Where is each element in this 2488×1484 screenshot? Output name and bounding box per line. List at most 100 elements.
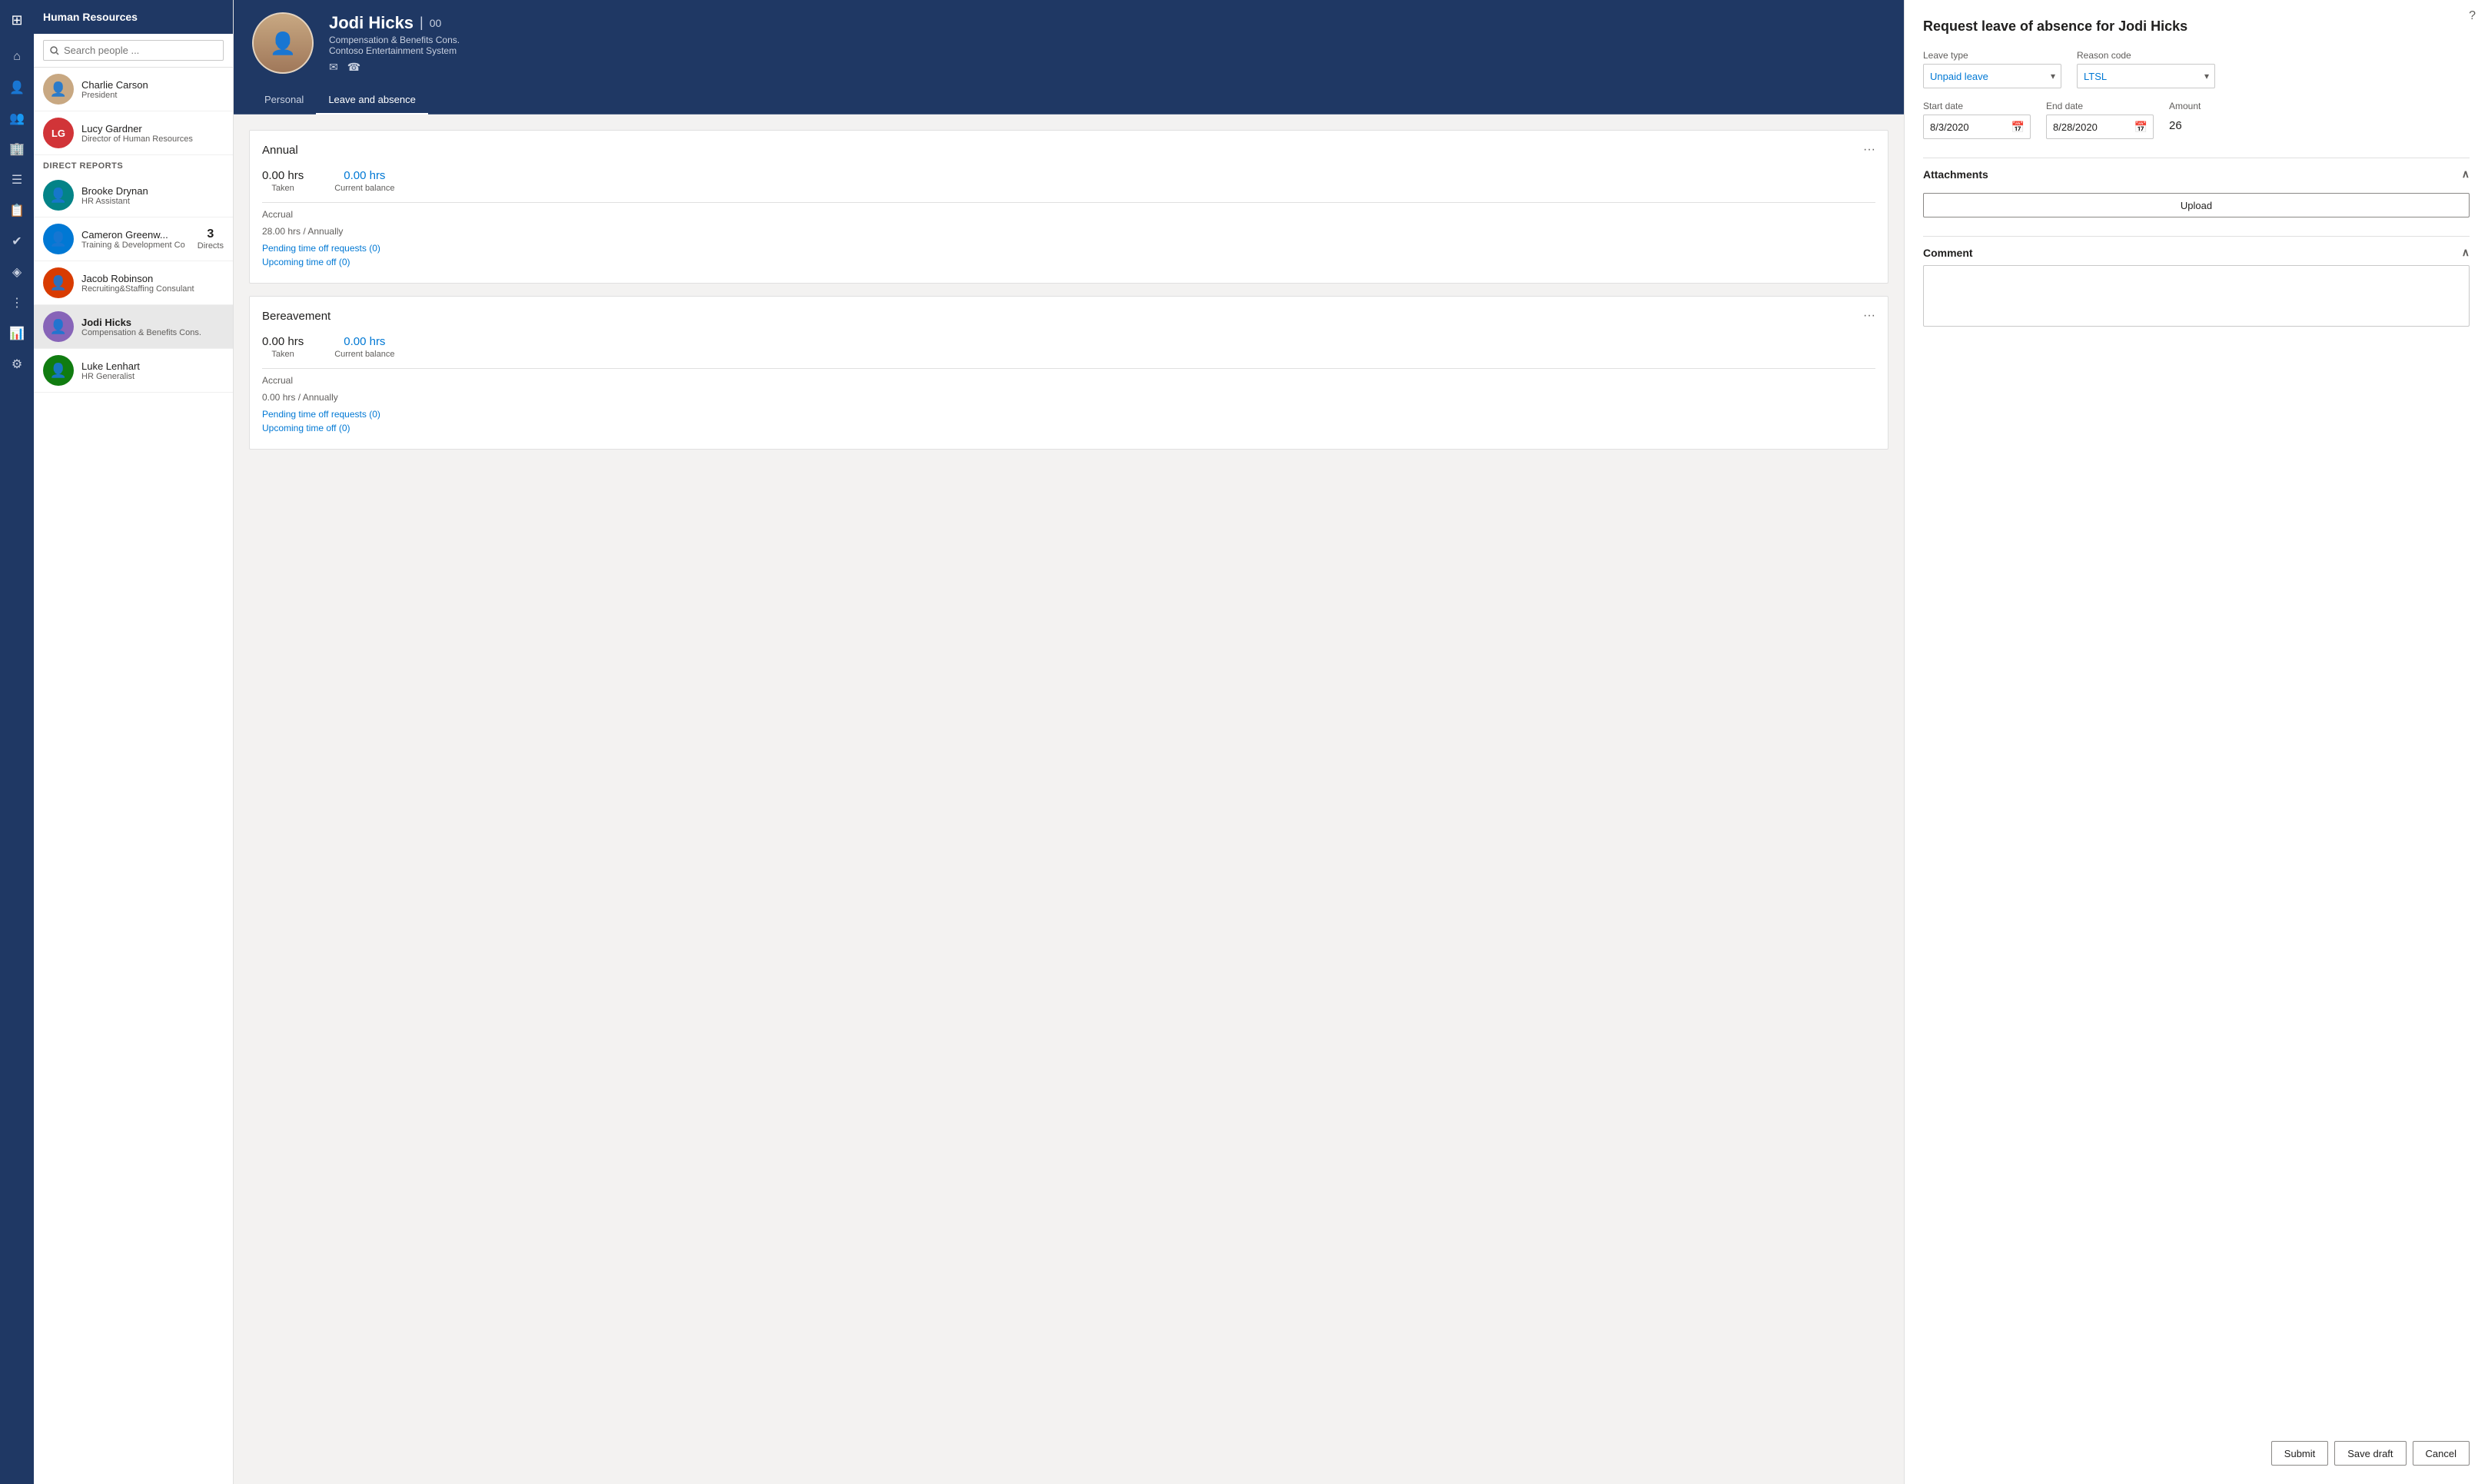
amount-label: Amount [2169, 101, 2201, 111]
leave-type-select[interactable]: Unpaid leave Annual Bereavement Sick [1923, 64, 2061, 88]
person-name: Cameron Greenw... [81, 229, 190, 241]
leave-card-menu-icon[interactable]: ··· [1863, 309, 1875, 323]
leave-card-menu-icon[interactable]: ··· [1863, 143, 1875, 157]
people-icon[interactable]: 👤 [3, 74, 31, 101]
person-name: Lucy Gardner [81, 123, 224, 134]
list-item[interactable]: LG Lucy Gardner Director of Human Resour… [34, 111, 233, 155]
profile-subtitle2: Contoso Entertainment System [329, 45, 1885, 56]
submit-button[interactable]: Submit [2271, 1441, 2328, 1466]
cancel-button[interactable]: Cancel [2413, 1441, 2470, 1466]
person-info: Luke Lenhart HR Generalist [81, 360, 224, 381]
comment-label: Comment [1923, 247, 1973, 259]
list-icon[interactable]: ☰ [3, 166, 31, 194]
form-group-leave-type: Leave type Unpaid leave Annual Bereaveme… [1923, 50, 2061, 88]
form-row-leave-reason: Leave type Unpaid leave Annual Bereaveme… [1923, 50, 2470, 88]
start-date-input[interactable] [1923, 115, 2031, 139]
person-title: Training & Development Co [81, 241, 190, 250]
taken-value: 0.00 hrs [262, 335, 304, 348]
person-name: Charlie Carson [81, 79, 224, 91]
person-title: President [81, 91, 224, 100]
phone-icon[interactable]: ☎ [347, 61, 360, 74]
upload-button[interactable]: Upload [1923, 193, 2470, 217]
leave-accrual-value: 0.00 hrs / Annually [262, 392, 1875, 403]
benefits-icon[interactable]: ◈ [3, 258, 31, 286]
settings-icon[interactable]: ⚙ [3, 350, 31, 378]
person-list: 👤 Charlie Carson President LG Lucy Gardn… [34, 68, 233, 1484]
email-icon[interactable]: ✉ [329, 61, 338, 74]
end-date-input[interactable] [2046, 115, 2154, 139]
app-title: Human Resources [34, 0, 233, 34]
profile-avatar: 👤 [252, 12, 314, 74]
search-input[interactable] [43, 40, 224, 61]
panel-footer: Submit Save draft Cancel [1923, 1423, 2470, 1466]
leave-divider [262, 368, 1875, 369]
leave-card-header: Bereavement ··· [262, 309, 1875, 323]
leave-type-select-wrapper: Unpaid leave Annual Bereavement Sick [1923, 64, 2061, 88]
profile-id: 00 [430, 17, 442, 29]
profile-details: Jodi Hicks | 00 Compensation & Benefits … [329, 13, 1885, 74]
org-icon[interactable]: 🏢 [3, 135, 31, 163]
reason-code-select[interactable]: LTSL Other [2077, 64, 2215, 88]
main-content: 👤 Jodi Hicks | 00 Compensation & Benefit… [234, 0, 1904, 1484]
person-title: Recruiting&Staffing Consulant [81, 284, 224, 294]
profile-contact-icons: ✉ ☎ [329, 61, 1885, 74]
team-icon[interactable]: 👥 [3, 105, 31, 132]
leave-accrual-label: Accrual [262, 375, 1875, 386]
profile-tabs: Personal Leave and absence [234, 86, 1904, 115]
avatar: 👤 [43, 267, 74, 298]
list-item[interactable]: 👤 Jacob Robinson Recruiting&Staffing Con… [34, 261, 233, 305]
tab-leave-absence[interactable]: Leave and absence [316, 86, 427, 115]
avatar: 👤 [43, 311, 74, 342]
pending-requests-link[interactable]: Pending time off requests (0) [262, 409, 1875, 420]
leave-card-title: Bereavement [262, 310, 331, 323]
analytics-icon[interactable]: 📊 [3, 320, 31, 347]
leave-stat-balance: 0.00 hrs Current balance [334, 169, 394, 193]
taken-value: 0.00 hrs [262, 169, 304, 182]
list-item[interactable]: 👤 Cameron Greenw... Training & Developme… [34, 217, 233, 261]
form-group-amount: Amount 26 [2169, 101, 2201, 139]
list-item[interactable]: 👤 Luke Lenhart HR Generalist [34, 349, 233, 393]
profile-header: 👤 Jodi Hicks | 00 Compensation & Benefit… [234, 0, 1904, 86]
leave-stat-taken: 0.00 hrs Taken [262, 169, 304, 193]
profile-avatar-face: 👤 [254, 14, 312, 72]
home-icon[interactable]: ⌂ [3, 43, 31, 71]
waffle-icon[interactable]: ⊞ [3, 6, 31, 34]
directs-badge: 3 Directs [198, 227, 224, 251]
person-info: Jodi Hicks Compensation & Benefits Cons. [81, 317, 224, 337]
person-info: Jacob Robinson Recruiting&Staffing Consu… [81, 273, 224, 294]
search-bar [34, 34, 233, 68]
direct-reports-label: DIRECT REPORTS [34, 155, 233, 174]
avatar: LG [43, 118, 74, 148]
save-draft-button[interactable]: Save draft [2334, 1441, 2406, 1466]
profile-separator: | [420, 15, 424, 31]
leave-type-label: Leave type [1923, 50, 2061, 61]
reason-code-label: Reason code [2077, 50, 2215, 61]
pending-requests-link[interactable]: Pending time off requests (0) [262, 243, 1875, 254]
compliance-icon[interactable]: ✔ [3, 227, 31, 255]
help-icon[interactable]: ? [2469, 9, 2476, 23]
taken-label: Taken [262, 350, 304, 359]
hierarchy-icon[interactable]: ⋮ [3, 289, 31, 317]
person-info: Lucy Gardner Director of Human Resources [81, 123, 224, 144]
leave-stat-taken: 0.00 hrs Taken [262, 335, 304, 359]
list-item[interactable]: 👤 Brooke Drynan HR Assistant [34, 174, 233, 217]
start-date-wrapper: 📅 [1923, 115, 2031, 139]
comment-textarea[interactable] [1923, 265, 2470, 327]
list-item[interactable]: 👤 Jodi Hicks Compensation & Benefits Con… [34, 305, 233, 349]
report-icon[interactable]: 📋 [3, 197, 31, 224]
list-item[interactable]: 👤 Charlie Carson President [34, 68, 233, 111]
attachments-collapse-icon[interactable]: ∧ [2462, 168, 2470, 181]
upcoming-time-off-link[interactable]: Upcoming time off (0) [262, 257, 1875, 267]
comment-collapse-icon[interactable]: ∧ [2462, 246, 2470, 259]
right-panel: ? Request leave of absence for Jodi Hick… [1904, 0, 2488, 1484]
form-group-reason-code: Reason code LTSL Other [2077, 50, 2215, 88]
person-info: Cameron Greenw... Training & Development… [81, 229, 190, 250]
upcoming-time-off-link[interactable]: Upcoming time off (0) [262, 423, 1875, 433]
tab-personal[interactable]: Personal [252, 86, 316, 115]
balance-value: 0.00 hrs [334, 169, 394, 182]
taken-label: Taken [262, 184, 304, 193]
sidebar: Human Resources 👤 Charlie Carson Preside… [34, 0, 234, 1484]
profile-subtitle1: Compensation & Benefits Cons. [329, 35, 1885, 45]
balance-label: Current balance [334, 184, 394, 193]
person-name: Jacob Robinson [81, 273, 224, 284]
